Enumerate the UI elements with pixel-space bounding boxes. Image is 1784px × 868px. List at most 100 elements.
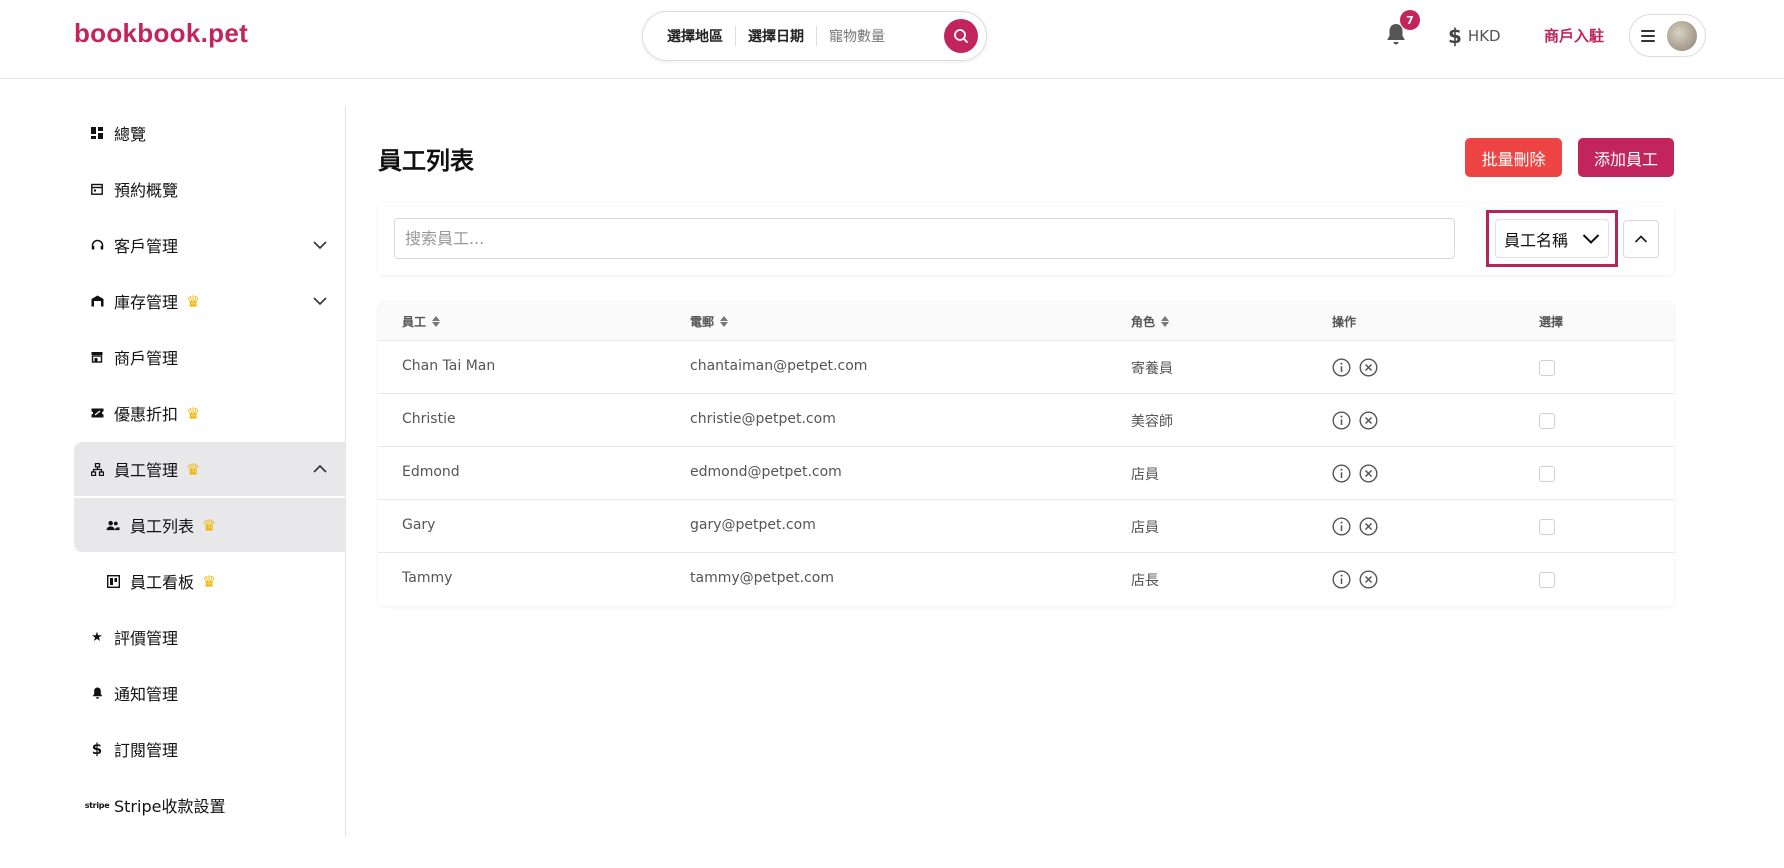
board-icon bbox=[106, 574, 120, 588]
search-button[interactable] bbox=[944, 19, 978, 53]
search-bar[interactable]: 選擇地區 選擇日期 寵物數量 bbox=[642, 11, 987, 61]
stripe-icon: stripe bbox=[84, 800, 110, 810]
sidebar-item-notifications[interactable]: 通知管理 bbox=[74, 666, 346, 720]
notification-badge: 7 bbox=[1400, 10, 1420, 30]
store-icon bbox=[90, 350, 104, 364]
sort-icon bbox=[720, 316, 729, 327]
delete-icon[interactable] bbox=[1359, 464, 1378, 483]
staff-name: Chan Tai Man bbox=[402, 358, 496, 374]
staff-name: Gary bbox=[402, 517, 436, 533]
crown-icon: ♛ bbox=[186, 403, 201, 423]
region-selector[interactable]: 選擇地區 bbox=[667, 26, 723, 46]
sidebar-item-bookings[interactable]: 預約概覽 bbox=[74, 162, 346, 216]
column-header-staff[interactable]: 員工 bbox=[402, 313, 441, 330]
ticket-icon bbox=[90, 406, 104, 420]
staff-email: tammy@petpet.com bbox=[690, 570, 834, 586]
staff-name: Tammy bbox=[402, 570, 453, 586]
top-header: bookbook.pet 選擇地區 選擇日期 寵物數量 7 $ HKD 商戶入駐 bbox=[0, 0, 1784, 79]
sidebar-item-label: 員工列表 bbox=[130, 517, 195, 536]
chevron-up-icon bbox=[1634, 235, 1648, 243]
sidebar-item-label: 庫存管理 bbox=[114, 293, 179, 312]
table-row: Gary gary@petpet.com 店員 bbox=[378, 500, 1674, 553]
dashboard-icon bbox=[90, 126, 104, 140]
sidebar-item-label: 預約概覽 bbox=[114, 181, 179, 200]
sidebar-item-discounts[interactable]: 優惠折扣 ♛ bbox=[74, 386, 346, 440]
row-checkbox[interactable] bbox=[1539, 466, 1555, 482]
sidebar-item-reviews[interactable]: ★ 評價管理 bbox=[74, 610, 346, 664]
table-header: 員工 電郵 角色 操作 選擇 bbox=[378, 301, 1674, 341]
users-icon bbox=[106, 518, 120, 532]
row-checkbox[interactable] bbox=[1539, 572, 1555, 588]
delete-icon[interactable] bbox=[1359, 570, 1378, 589]
sidebar-item-staff-list[interactable]: 員工列表 ♛ bbox=[74, 498, 346, 552]
row-checkbox[interactable] bbox=[1539, 519, 1555, 535]
currency-label: HKD bbox=[1467, 27, 1501, 45]
chevron-down-icon bbox=[313, 241, 327, 250]
staff-role: 寄養員 bbox=[1131, 361, 1173, 377]
add-staff-button[interactable]: 添加員工 bbox=[1578, 138, 1674, 177]
filter-panel: 員工名稱 bbox=[378, 203, 1674, 275]
crown-icon: ♛ bbox=[202, 515, 217, 535]
menu-icon bbox=[1641, 29, 1655, 42]
search-icon bbox=[954, 29, 968, 43]
sidebar-item-label: 商戶管理 bbox=[114, 349, 179, 368]
staff-name: Edmond bbox=[402, 464, 460, 480]
dollar-icon: $ bbox=[1448, 24, 1462, 48]
bulk-delete-button[interactable]: 批量刪除 bbox=[1465, 138, 1562, 177]
row-actions bbox=[1332, 517, 1378, 536]
user-menu-button[interactable] bbox=[1629, 14, 1706, 57]
sidebar-item-label: 優惠折扣 bbox=[114, 405, 179, 424]
sidebar-item-customers[interactable]: 客戶管理 bbox=[74, 218, 346, 272]
avatar bbox=[1667, 20, 1697, 51]
brand-logo[interactable]: bookbook.pet bbox=[74, 18, 248, 49]
crown-icon: ♛ bbox=[186, 291, 201, 311]
column-header-actions: 操作 bbox=[1332, 315, 1357, 329]
sort-direction-button[interactable] bbox=[1623, 220, 1659, 258]
delete-icon[interactable] bbox=[1359, 517, 1378, 536]
sidebar-item-staff-board[interactable]: 員工看板 ♛ bbox=[74, 554, 346, 608]
info-icon[interactable] bbox=[1332, 517, 1351, 536]
currency-selector[interactable]: $ HKD bbox=[1448, 24, 1501, 48]
staff-email: gary@petpet.com bbox=[690, 517, 816, 533]
info-icon[interactable] bbox=[1332, 464, 1351, 483]
sort-icon bbox=[1161, 316, 1170, 327]
delete-icon[interactable] bbox=[1359, 358, 1378, 377]
table-row: Christie christie@petpet.com 美容師 bbox=[378, 394, 1674, 447]
sidebar-item-label: 評價管理 bbox=[114, 629, 179, 648]
staff-search-input[interactable] bbox=[394, 218, 1455, 259]
crown-icon: ♛ bbox=[202, 571, 217, 591]
merchant-signup-link[interactable]: 商戶入駐 bbox=[1544, 25, 1604, 46]
sidebar-item-label: Stripe收款設置 bbox=[114, 797, 226, 816]
staff-role: 美容師 bbox=[1131, 414, 1173, 430]
info-icon[interactable] bbox=[1332, 358, 1351, 377]
sidebar-item-merchant[interactable]: 商戶管理 bbox=[74, 330, 346, 384]
calendar-icon bbox=[90, 182, 104, 196]
warehouse-icon bbox=[90, 294, 104, 308]
divider bbox=[816, 26, 817, 46]
divider bbox=[735, 26, 736, 46]
staff-table: 員工 電郵 角色 操作 選擇 Chan Tai Man chantaiman@p… bbox=[378, 301, 1674, 606]
chevron-down-icon bbox=[313, 297, 327, 306]
sidebar-item-overview[interactable]: 總覽 bbox=[74, 106, 346, 160]
staff-role: 店員 bbox=[1131, 520, 1159, 536]
sidebar-item-inventory[interactable]: 庫存管理 ♛ bbox=[74, 274, 346, 328]
column-header-email[interactable]: 電郵 bbox=[690, 313, 729, 330]
table-row: Chan Tai Man chantaiman@petpet.com 寄養員 bbox=[378, 341, 1674, 394]
info-icon[interactable] bbox=[1332, 570, 1351, 589]
sort-field-select[interactable]: 員工名稱 bbox=[1486, 210, 1618, 267]
sidebar-item-subscription[interactable]: $ 訂閱管理 bbox=[74, 722, 346, 776]
sidebar-item-staff[interactable]: 員工管理 ♛ bbox=[74, 442, 346, 496]
bell-icon bbox=[90, 686, 104, 700]
staff-role: 店員 bbox=[1131, 467, 1159, 483]
row-checkbox[interactable] bbox=[1539, 360, 1555, 376]
column-header-role[interactable]: 角色 bbox=[1131, 313, 1170, 330]
info-icon[interactable] bbox=[1332, 411, 1351, 430]
sidebar-item-stripe[interactable]: stripe Stripe收款設置 bbox=[74, 778, 346, 832]
row-actions bbox=[1332, 570, 1378, 589]
delete-icon[interactable] bbox=[1359, 411, 1378, 430]
row-checkbox[interactable] bbox=[1539, 413, 1555, 429]
date-selector[interactable]: 選擇日期 bbox=[748, 26, 804, 46]
pet-count-selector[interactable]: 寵物數量 bbox=[829, 26, 885, 46]
crown-icon: ♛ bbox=[186, 459, 201, 479]
page-title: 員工列表 bbox=[378, 147, 474, 175]
